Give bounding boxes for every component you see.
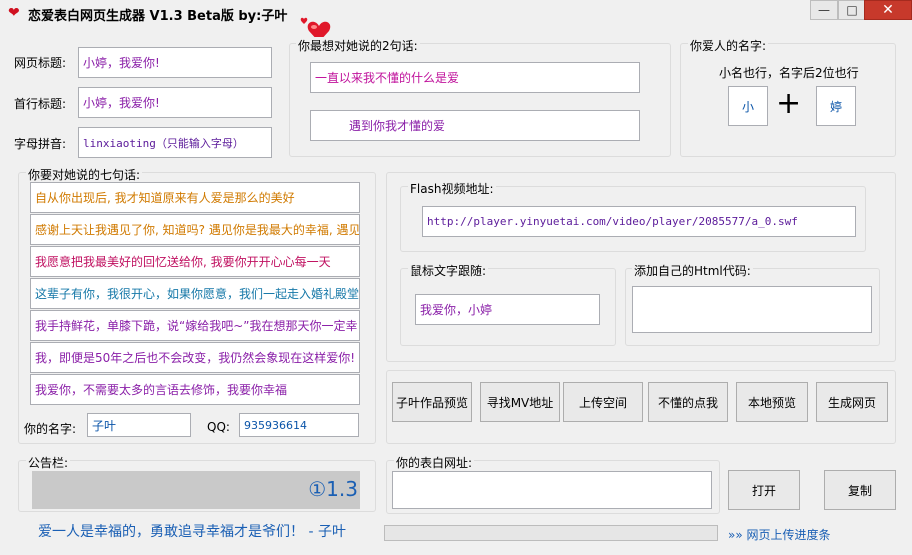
pinyin-label: 字母拼音: bbox=[14, 137, 67, 151]
page-title-input[interactable]: 小婷，我爱你! bbox=[78, 47, 272, 78]
your-name-label: 你的名字: bbox=[24, 422, 77, 436]
love-line-3-input[interactable]: 我愿意把我最美好的回忆送给你, 我要你开开心心每一天 bbox=[30, 246, 360, 277]
two-sentences-label: 你最想对她说的2句话: bbox=[296, 37, 420, 54]
love-line-5-input[interactable]: 我手持鲜花，单膝下跪，说“嫁给我吧~”我在想那天你一定幸 bbox=[30, 310, 360, 341]
close-button[interactable]: ✕ bbox=[864, 0, 912, 20]
name-char-1-input[interactable]: 小 bbox=[728, 86, 768, 126]
name-char-2-input[interactable]: 婷 bbox=[816, 86, 856, 126]
progress-label: »» 网页上传进度条 bbox=[728, 528, 831, 542]
page-title-label: 网页标题: bbox=[14, 56, 67, 70]
love-line-7-input[interactable]: 我爱你，不需要太多的言语去修饰，我要你幸福 bbox=[30, 374, 360, 405]
seven-sentences-label: 你要对她说的七句话: bbox=[26, 166, 143, 183]
upload-space-button[interactable]: 上传空间 bbox=[563, 382, 643, 422]
open-button[interactable]: 打开 bbox=[728, 470, 800, 510]
qq-input[interactable]: 935936614 bbox=[239, 413, 359, 437]
qq-label: QQ: bbox=[207, 420, 230, 434]
your-name-input[interactable]: 子叶 bbox=[87, 413, 191, 437]
minimize-button[interactable]: — bbox=[810, 0, 838, 20]
notice-label: 公告栏: bbox=[26, 454, 71, 471]
love-line-1-input[interactable]: 自从你出现后, 我才知道原来有人爱是那么的美好 bbox=[30, 182, 360, 213]
flash-url-input[interactable]: http://player.yinyuetai.com/video/player… bbox=[422, 206, 856, 237]
first-line-input[interactable]: 小婷，我爱你! bbox=[78, 87, 272, 118]
window-title: 恋爱表白网页生成器 V1.3 Beta版 by:子叶 bbox=[28, 9, 288, 24]
plus-icon: + bbox=[776, 86, 802, 121]
mouse-text-label: 鼠标文字跟随: bbox=[408, 262, 489, 279]
help-button[interactable]: 不懂的点我 bbox=[648, 382, 728, 422]
flash-label: Flash视频地址: bbox=[408, 180, 496, 197]
confession-url-input[interactable] bbox=[392, 471, 712, 509]
love-line-6-input[interactable]: 我，即便是50年之后也不会改变，我仍然会象现在这样爱你! bbox=[30, 342, 360, 373]
sentence-2-input[interactable]: 遇到你我才懂的爱 bbox=[310, 110, 640, 141]
slogan-text: 爱一人是幸福的，勇敢追寻幸福才是爷们！ - 子叶 bbox=[38, 524, 346, 540]
upload-progress-bar bbox=[384, 525, 718, 541]
copy-button[interactable]: 复制 bbox=[824, 470, 896, 510]
generate-page-button[interactable]: 生成网页 bbox=[816, 382, 888, 422]
love-line-4-input[interactable]: 这辈子有你，我很开心，如果你愿意，我们一起走入婚礼殿堂 bbox=[30, 278, 360, 309]
heart-icon: ❤ bbox=[8, 5, 20, 21]
lover-name-hint: 小名也行，名字后2位也行 bbox=[719, 66, 859, 80]
confession-url-label: 你的表白网址: bbox=[394, 454, 475, 471]
local-preview-button[interactable]: 本地预览 bbox=[736, 382, 808, 422]
maximize-button[interactable]: □ bbox=[838, 0, 866, 20]
notice-text: ①1.3 bbox=[308, 477, 358, 501]
title-bar: ❤ 恋爱表白网页生成器 V1.3 Beta版 by:子叶 — □ ✕ bbox=[0, 0, 912, 42]
html-code-label: 添加自己的Html代码: bbox=[632, 262, 753, 279]
html-code-input[interactable] bbox=[632, 286, 872, 333]
find-mv-button[interactable]: 寻找MV地址 bbox=[480, 382, 560, 422]
works-preview-button[interactable]: 子叶作品预览 bbox=[392, 382, 472, 422]
mouse-text-input[interactable]: 我爱你，小婷 bbox=[415, 294, 600, 325]
love-line-2-input[interactable]: 感谢上天让我遇见了你, 知道吗? 遇见你是我最大的幸福, 遇见 bbox=[30, 214, 360, 245]
notice-board: ①1.3 bbox=[32, 471, 360, 509]
pinyin-input[interactable]: linxiaoting（只能输入字母） bbox=[78, 127, 272, 158]
lover-name-label: 你爱人的名字: bbox=[688, 37, 769, 54]
sentence-1-input[interactable]: 一直以来我不懂的什么是爱 bbox=[310, 62, 640, 93]
first-line-label: 首行标题: bbox=[14, 97, 67, 111]
